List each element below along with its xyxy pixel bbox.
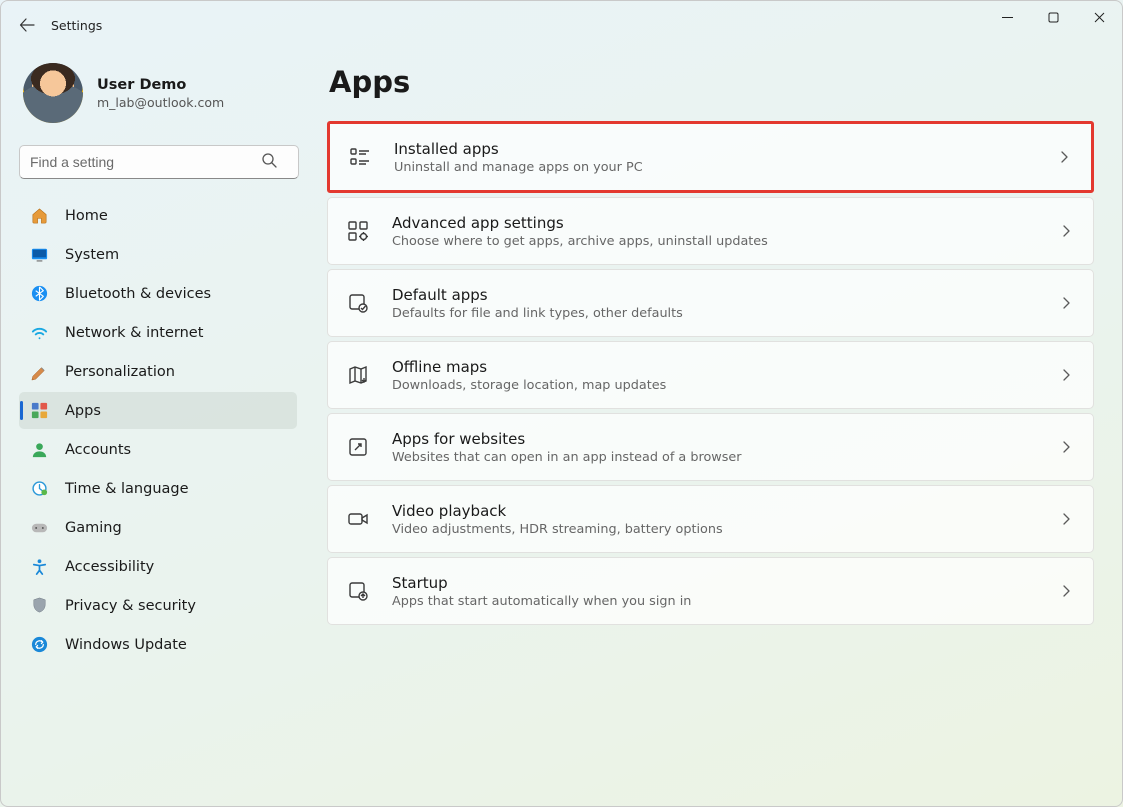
advanced-settings-icon — [346, 219, 370, 243]
row-subtitle: Websites that can open in an app instead… — [392, 450, 1037, 465]
row-title: Video playback — [392, 502, 1037, 520]
nav-personalization[interactable]: Personalization — [19, 353, 297, 390]
nav: Home System Bluetooth & devices Network … — [19, 197, 297, 663]
user-card[interactable]: User Demo m_lab@outlook.com — [19, 57, 297, 141]
installed-apps-icon — [348, 145, 372, 169]
nav-accounts[interactable]: Accounts — [19, 431, 297, 468]
row-title: Installed apps — [394, 140, 1035, 158]
privacy-icon — [29, 596, 49, 616]
nav-label: Home — [65, 208, 108, 224]
row-subtitle: Uninstall and manage apps on your PC — [394, 160, 1035, 175]
nav-update[interactable]: Windows Update — [19, 626, 297, 663]
search-icon — [261, 152, 277, 168]
row-startup[interactable]: Startup Apps that start automatically wh… — [327, 557, 1094, 625]
nav-label: Windows Update — [65, 637, 187, 653]
user-name: User Demo — [97, 77, 224, 93]
nav-label: Network & internet — [65, 325, 203, 341]
home-icon — [29, 206, 49, 226]
chevron-right-icon — [1059, 512, 1073, 526]
settings-rows: Installed apps Uninstall and manage apps… — [327, 121, 1094, 625]
minimize-button[interactable] — [984, 1, 1030, 33]
default-apps-icon — [346, 291, 370, 315]
nav-label: Personalization — [65, 364, 175, 380]
nav-apps[interactable]: Apps — [19, 392, 297, 429]
row-installed-apps[interactable]: Installed apps Uninstall and manage apps… — [327, 121, 1094, 193]
chevron-right-icon — [1059, 296, 1073, 310]
video-playback-icon — [346, 507, 370, 531]
nav-label: Accounts — [65, 442, 131, 458]
update-icon — [29, 635, 49, 655]
page-title: Apps — [329, 65, 1094, 99]
chevron-right-icon — [1057, 150, 1071, 164]
search-button[interactable] — [261, 152, 277, 168]
nav-label: Accessibility — [65, 559, 154, 575]
sidebar: User Demo m_lab@outlook.com Home System … — [1, 49, 311, 806]
nav-label: Apps — [65, 403, 101, 419]
row-apps-for-websites[interactable]: Apps for websites Websites that can open… — [327, 413, 1094, 481]
row-default-apps[interactable]: Default apps Defaults for file and link … — [327, 269, 1094, 337]
network-icon — [29, 323, 49, 343]
nav-label: Gaming — [65, 520, 122, 536]
nav-time[interactable]: Time & language — [19, 470, 297, 507]
nav-label: Bluetooth & devices — [65, 286, 211, 302]
arrow-left-icon — [19, 17, 35, 33]
titlebar: Settings — [1, 1, 1122, 49]
row-subtitle: Video adjustments, HDR streaming, batter… — [392, 522, 1037, 537]
row-subtitle: Apps that start automatically when you s… — [392, 594, 1037, 609]
window-controls — [984, 1, 1122, 33]
accessibility-icon — [29, 557, 49, 577]
chevron-right-icon — [1059, 584, 1073, 598]
system-icon — [29, 245, 49, 265]
nav-label: Time & language — [65, 481, 189, 497]
row-video-playback[interactable]: Video playback Video adjustments, HDR st… — [327, 485, 1094, 553]
nav-label: Privacy & security — [65, 598, 196, 614]
nav-home[interactable]: Home — [19, 197, 297, 234]
row-offline-maps[interactable]: Offline maps Downloads, storage location… — [327, 341, 1094, 409]
chevron-right-icon — [1059, 440, 1073, 454]
row-title: Apps for websites — [392, 430, 1037, 448]
row-subtitle: Downloads, storage location, map updates — [392, 378, 1037, 393]
accounts-icon — [29, 440, 49, 460]
nav-accessibility[interactable]: Accessibility — [19, 548, 297, 585]
chevron-right-icon — [1059, 224, 1073, 238]
row-advanced-app-settings[interactable]: Advanced app settings Choose where to ge… — [327, 197, 1094, 265]
nav-network[interactable]: Network & internet — [19, 314, 297, 351]
search-wrap — [19, 145, 295, 179]
personalization-icon — [29, 362, 49, 382]
row-subtitle: Choose where to get apps, archive apps, … — [392, 234, 1037, 249]
back-button[interactable] — [7, 5, 47, 45]
nav-bluetooth[interactable]: Bluetooth & devices — [19, 275, 297, 312]
apps-icon — [29, 401, 49, 421]
minimize-icon — [1002, 12, 1013, 23]
row-subtitle: Defaults for file and link types, other … — [392, 306, 1037, 321]
row-title: Offline maps — [392, 358, 1037, 376]
avatar — [23, 63, 83, 123]
nav-label: System — [65, 247, 119, 263]
row-title: Startup — [392, 574, 1037, 592]
close-button[interactable] — [1076, 1, 1122, 33]
close-icon — [1094, 12, 1105, 23]
maximize-button[interactable] — [1030, 1, 1076, 33]
content: Apps Installed apps Uninstall and manage… — [311, 49, 1122, 806]
maximize-icon — [1048, 12, 1059, 23]
user-email: m_lab@outlook.com — [97, 95, 224, 110]
startup-icon — [346, 579, 370, 603]
chevron-right-icon — [1059, 368, 1073, 382]
offline-maps-icon — [346, 363, 370, 387]
nav-privacy[interactable]: Privacy & security — [19, 587, 297, 624]
time-icon — [29, 479, 49, 499]
row-title: Advanced app settings — [392, 214, 1037, 232]
apps-websites-icon — [346, 435, 370, 459]
nav-gaming[interactable]: Gaming — [19, 509, 297, 546]
bluetooth-icon — [29, 284, 49, 304]
window-title: Settings — [51, 18, 102, 33]
row-title: Default apps — [392, 286, 1037, 304]
search-input[interactable] — [19, 145, 299, 179]
nav-system[interactable]: System — [19, 236, 297, 273]
gaming-icon — [29, 518, 49, 538]
